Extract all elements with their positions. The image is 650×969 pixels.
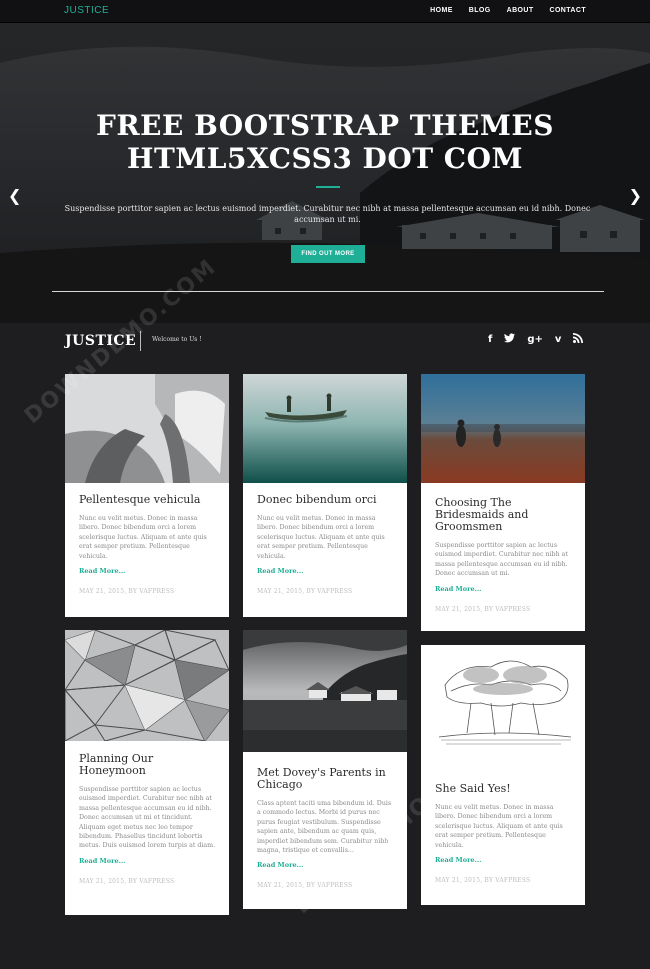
card-excerpt: Suspendisse porttitor sapien ac lectus e… — [79, 786, 216, 850]
card-image[interactable] — [421, 374, 585, 483]
blog-card[interactable]: Met Dovey's Parents in Chicago Class apt… — [243, 630, 407, 909]
hero-subtitle: Suspendisse porttitor sapien ac lectus e… — [64, 204, 591, 224]
card-meta: MAY 21, 2015, BY VAFPRESS — [79, 877, 175, 885]
hero-title-line1: FREE BOOTSTRAP THEMES — [96, 109, 554, 142]
card-meta: MAY 21, 2015, BY VAFPRESS — [435, 605, 531, 613]
card-excerpt: Suspendisse porttitor sapien ac lectus e… — [435, 542, 568, 578]
read-more-link[interactable]: Read More... — [257, 567, 395, 575]
nav-links: HOME BLOG ABOUT CONTACT — [430, 7, 586, 14]
read-more-link[interactable]: Read More... — [257, 861, 395, 869]
blog-card[interactable]: Choosing The Bridesmaids and Groomsmen S… — [421, 374, 585, 631]
vimeo-icon[interactable]: v — [555, 334, 562, 346]
card-meta: MAY 21, 2015, BY VAFPRESS — [79, 588, 175, 596]
card-title[interactable]: Met Dovey's Parents in Chicago — [257, 767, 395, 791]
rss-icon[interactable] — [573, 333, 584, 347]
hero-title: FREE BOOTSTRAP THEMES HTML5XCSS3 DOT COM — [0, 109, 650, 175]
navbar: JUSTICE HOME BLOG ABOUT CONTACT — [0, 0, 650, 23]
card-body: She Said Yes! Nunc eu velit metus. Donec… — [435, 783, 573, 885]
card-body: Choosing The Bridesmaids and Groomsmen S… — [435, 497, 573, 613]
card-meta: MAY 21, 2015, BY VAFPRESS — [257, 882, 353, 890]
nav-home-link[interactable]: HOME — [430, 7, 453, 14]
card-title[interactable]: Pellentesque vehicula — [79, 494, 217, 506]
card-title[interactable]: Planning Our Honeymoon — [79, 753, 217, 777]
card-image[interactable] — [65, 630, 229, 741]
card-title[interactable]: Donec bibendum orci — [257, 494, 395, 506]
nav-blog-link[interactable]: BLOG — [469, 7, 491, 14]
brand-logo[interactable]: JUSTICE — [64, 5, 109, 16]
card-meta: MAY 21, 2015, BY VAFPRESS — [435, 877, 531, 885]
social-links: f g+ v — [488, 333, 584, 347]
blog-card[interactable]: Pellentesque vehicula Nunc eu velit metu… — [65, 374, 229, 617]
chevron-left-icon[interactable]: ❮ — [8, 186, 21, 205]
title-separator — [140, 331, 141, 351]
card-body: Planning Our Honeymoon Suspendisse portt… — [79, 753, 217, 885]
welcome-text: Welcome to Us ! — [152, 336, 202, 343]
card-excerpt: Nunc eu velit metus. Donec in massa libe… — [435, 804, 563, 849]
nav-contact-link[interactable]: CONTACT — [550, 7, 587, 14]
card-excerpt: Class aptent taciti uma bibendum id. Dui… — [257, 800, 392, 855]
card-image[interactable] — [243, 630, 407, 752]
card-body: Donec bibendum orci Nunc eu velit metus.… — [257, 494, 395, 596]
card-image[interactable] — [243, 374, 407, 483]
nav-about-link[interactable]: ABOUT — [507, 7, 534, 14]
chevron-right-icon[interactable]: ❯ — [629, 186, 642, 205]
card-title[interactable]: Choosing The Bridesmaids and Groomsmen — [435, 497, 573, 533]
hero-title-line2: HTML5XCSS3 DOT COM — [127, 142, 523, 175]
section-title: JUSTICE — [65, 333, 137, 349]
read-more-link[interactable]: Read More... — [435, 585, 573, 593]
google-plus-icon[interactable]: g+ — [527, 334, 543, 346]
card-meta: MAY 21, 2015, BY VAFPRESS — [257, 588, 353, 596]
blog-card[interactable]: Donec bibendum orci Nunc eu velit metus.… — [243, 374, 407, 617]
card-image[interactable] — [65, 374, 229, 483]
hero-divider — [316, 186, 340, 188]
card-body: Pellentesque vehicula Nunc eu velit metu… — [79, 494, 217, 596]
blog-card[interactable]: She Said Yes! Nunc eu velit metus. Donec… — [421, 645, 585, 905]
read-more-link[interactable]: Read More... — [435, 856, 573, 864]
card-title[interactable]: She Said Yes! — [435, 783, 573, 795]
twitter-icon[interactable] — [504, 333, 516, 347]
section-divider — [52, 291, 604, 292]
card-excerpt: Nunc eu velit metus. Donec in massa libe… — [79, 515, 207, 560]
card-body: Met Dovey's Parents in Chicago Class apt… — [257, 767, 395, 890]
facebook-icon[interactable]: f — [488, 334, 492, 346]
read-more-link[interactable]: Read More... — [79, 567, 217, 575]
card-image[interactable] — [421, 645, 585, 760]
read-more-link[interactable]: Read More... — [79, 857, 217, 865]
blog-card[interactable]: Planning Our Honeymoon Suspendisse portt… — [65, 630, 229, 915]
card-excerpt: Nunc eu velit metus. Donec in massa libe… — [257, 515, 385, 560]
find-out-more-button[interactable]: FIND OUT MORE — [291, 245, 365, 263]
hero-slider: FREE BOOTSTRAP THEMES HTML5XCSS3 DOT COM… — [0, 23, 650, 323]
